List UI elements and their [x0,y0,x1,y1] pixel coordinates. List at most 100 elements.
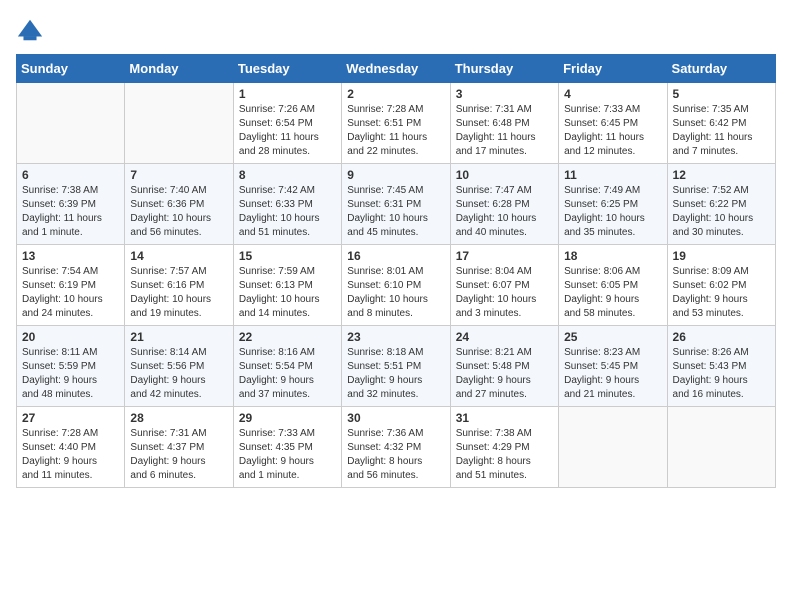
day-number: 13 [22,249,119,263]
day-info: Sunrise: 8:21 AM Sunset: 5:48 PM Dayligh… [456,346,553,402]
day-number: 5 [673,87,770,101]
logo [16,16,48,44]
day-info: Sunrise: 8:06 AM Sunset: 6:05 PM Dayligh… [564,265,661,321]
calendar-cell: 4 Sunrise: 7:33 AM Sunset: 6:45 PM Daylig… [559,83,667,164]
day-info: Sunrise: 7:47 AM Sunset: 6:28 PM Dayligh… [456,184,553,240]
day-info: Sunrise: 7:36 AM Sunset: 4:32 PM Dayligh… [347,427,444,483]
day-number: 18 [564,249,661,263]
calendar-week-row: 20 Sunrise: 8:11 AM Sunset: 5:59 PM Dayli… [17,326,776,407]
day-info: Sunrise: 8:01 AM Sunset: 6:10 PM Dayligh… [347,265,444,321]
day-number: 12 [673,168,770,182]
calendar-cell [125,83,233,164]
day-number: 10 [456,168,553,182]
day-number: 6 [22,168,119,182]
day-info: Sunrise: 7:33 AM Sunset: 4:35 PM Dayligh… [239,427,336,483]
calendar-cell: 18 Sunrise: 8:06 AM Sunset: 6:05 PM Dayli… [559,245,667,326]
calendar-cell: 24 Sunrise: 8:21 AM Sunset: 5:48 PM Dayli… [450,326,558,407]
day-info: Sunrise: 7:54 AM Sunset: 6:19 PM Dayligh… [22,265,119,321]
weekday-header: Wednesday [342,55,450,83]
day-info: Sunrise: 8:18 AM Sunset: 5:51 PM Dayligh… [347,346,444,402]
day-info: Sunrise: 7:42 AM Sunset: 6:33 PM Dayligh… [239,184,336,240]
calendar-cell: 5 Sunrise: 7:35 AM Sunset: 6:42 PM Daylig… [667,83,775,164]
day-info: Sunrise: 7:45 AM Sunset: 6:31 PM Dayligh… [347,184,444,240]
day-info: Sunrise: 7:57 AM Sunset: 6:16 PM Dayligh… [130,265,227,321]
calendar-week-row: 6 Sunrise: 7:38 AM Sunset: 6:39 PM Daylig… [17,164,776,245]
calendar-cell: 17 Sunrise: 8:04 AM Sunset: 6:07 PM Dayli… [450,245,558,326]
day-number: 24 [456,330,553,344]
calendar-cell: 6 Sunrise: 7:38 AM Sunset: 6:39 PM Daylig… [17,164,125,245]
day-number: 31 [456,411,553,425]
day-number: 30 [347,411,444,425]
day-info: Sunrise: 7:49 AM Sunset: 6:25 PM Dayligh… [564,184,661,240]
calendar-cell: 3Sunrise: 7:31 AM Sunset: 6:48 PM Daylig… [450,83,558,164]
weekday-header: Sunday [17,55,125,83]
day-number: 4 [564,87,661,101]
calendar-cell: 29 Sunrise: 7:33 AM Sunset: 4:35 PM Dayli… [233,407,341,488]
day-number: 16 [347,249,444,263]
day-number: 17 [456,249,553,263]
day-number: 29 [239,411,336,425]
day-info: Sunrise: 7:40 AM Sunset: 6:36 PM Dayligh… [130,184,227,240]
calendar-table: SundayMondayTuesdayWednesdayThursdayFrid… [16,54,776,488]
weekday-header: Friday [559,55,667,83]
day-number: 7 [130,168,227,182]
day-number: 23 [347,330,444,344]
day-number: 15 [239,249,336,263]
calendar-cell: 22Sunrise: 8:16 AM Sunset: 5:54 PM Dayli… [233,326,341,407]
day-info: Sunrise: 7:38 AM Sunset: 4:29 PM Dayligh… [456,427,553,483]
calendar-body: 1 Sunrise: 7:26 AM Sunset: 6:54 PM Daylig… [17,83,776,488]
day-number: 1 [239,87,336,101]
calendar-cell: 26Sunrise: 8:26 AM Sunset: 5:43 PM Dayli… [667,326,775,407]
calendar-week-row: 27Sunrise: 7:28 AM Sunset: 4:40 PM Dayli… [17,407,776,488]
calendar-cell: 27Sunrise: 7:28 AM Sunset: 4:40 PM Dayli… [17,407,125,488]
day-info: Sunrise: 7:59 AM Sunset: 6:13 PM Dayligh… [239,265,336,321]
calendar-cell: 21Sunrise: 8:14 AM Sunset: 5:56 PM Dayli… [125,326,233,407]
calendar-cell: 12 Sunrise: 7:52 AM Sunset: 6:22 PM Dayli… [667,164,775,245]
calendar-cell: 28 Sunrise: 7:31 AM Sunset: 4:37 PM Dayli… [125,407,233,488]
calendar-cell: 1 Sunrise: 7:26 AM Sunset: 6:54 PM Daylig… [233,83,341,164]
day-info: Sunrise: 7:31 AM Sunset: 6:48 PM Dayligh… [456,103,553,159]
day-info: Sunrise: 7:38 AM Sunset: 6:39 PM Dayligh… [22,184,119,240]
calendar-week-row: 13 Sunrise: 7:54 AM Sunset: 6:19 PM Dayli… [17,245,776,326]
calendar-cell: 25 Sunrise: 8:23 AM Sunset: 5:45 PM Dayli… [559,326,667,407]
day-number: 8 [239,168,336,182]
calendar-cell: 7 Sunrise: 7:40 AM Sunset: 6:36 PM Daylig… [125,164,233,245]
calendar-cell: 9 Sunrise: 7:45 AM Sunset: 6:31 PM Daylig… [342,164,450,245]
calendar-cell: 11Sunrise: 7:49 AM Sunset: 6:25 PM Dayli… [559,164,667,245]
day-info: Sunrise: 7:28 AM Sunset: 4:40 PM Dayligh… [22,427,119,483]
day-info: Sunrise: 7:28 AM Sunset: 6:51 PM Dayligh… [347,103,444,159]
calendar-week-row: 1 Sunrise: 7:26 AM Sunset: 6:54 PM Daylig… [17,83,776,164]
day-info: Sunrise: 8:11 AM Sunset: 5:59 PM Dayligh… [22,346,119,402]
day-info: Sunrise: 7:35 AM Sunset: 6:42 PM Dayligh… [673,103,770,159]
weekday-header: Tuesday [233,55,341,83]
calendar-cell: 30 Sunrise: 7:36 AM Sunset: 4:32 PM Dayli… [342,407,450,488]
calendar-cell: 16 Sunrise: 8:01 AM Sunset: 6:10 PM Dayli… [342,245,450,326]
calendar-cell [17,83,125,164]
calendar-cell: 10 Sunrise: 7:47 AM Sunset: 6:28 PM Dayli… [450,164,558,245]
calendar-cell: 13 Sunrise: 7:54 AM Sunset: 6:19 PM Dayli… [17,245,125,326]
day-info: Sunrise: 7:31 AM Sunset: 4:37 PM Dayligh… [130,427,227,483]
day-number: 25 [564,330,661,344]
calendar-cell: 15 Sunrise: 7:59 AM Sunset: 6:13 PM Dayli… [233,245,341,326]
day-number: 28 [130,411,227,425]
day-info: Sunrise: 7:26 AM Sunset: 6:54 PM Dayligh… [239,103,336,159]
day-info: Sunrise: 8:16 AM Sunset: 5:54 PM Dayligh… [239,346,336,402]
calendar-cell: 20 Sunrise: 8:11 AM Sunset: 5:59 PM Dayli… [17,326,125,407]
calendar-cell [559,407,667,488]
day-number: 20 [22,330,119,344]
calendar-header-row: SundayMondayTuesdayWednesdayThursdayFrid… [17,55,776,83]
day-info: Sunrise: 8:23 AM Sunset: 5:45 PM Dayligh… [564,346,661,402]
logo-icon [16,16,44,44]
calendar-cell: 31 Sunrise: 7:38 AM Sunset: 4:29 PM Dayli… [450,407,558,488]
page-header [16,16,776,44]
day-info: Sunrise: 8:26 AM Sunset: 5:43 PM Dayligh… [673,346,770,402]
calendar-cell: 23 Sunrise: 8:18 AM Sunset: 5:51 PM Dayli… [342,326,450,407]
day-number: 2 [347,87,444,101]
day-info: Sunrise: 7:33 AM Sunset: 6:45 PM Dayligh… [564,103,661,159]
day-number: 19 [673,249,770,263]
day-number: 9 [347,168,444,182]
day-info: Sunrise: 7:52 AM Sunset: 6:22 PM Dayligh… [673,184,770,240]
day-info: Sunrise: 8:04 AM Sunset: 6:07 PM Dayligh… [456,265,553,321]
calendar-cell: 2 Sunrise: 7:28 AM Sunset: 6:51 PM Daylig… [342,83,450,164]
calendar-cell [667,407,775,488]
